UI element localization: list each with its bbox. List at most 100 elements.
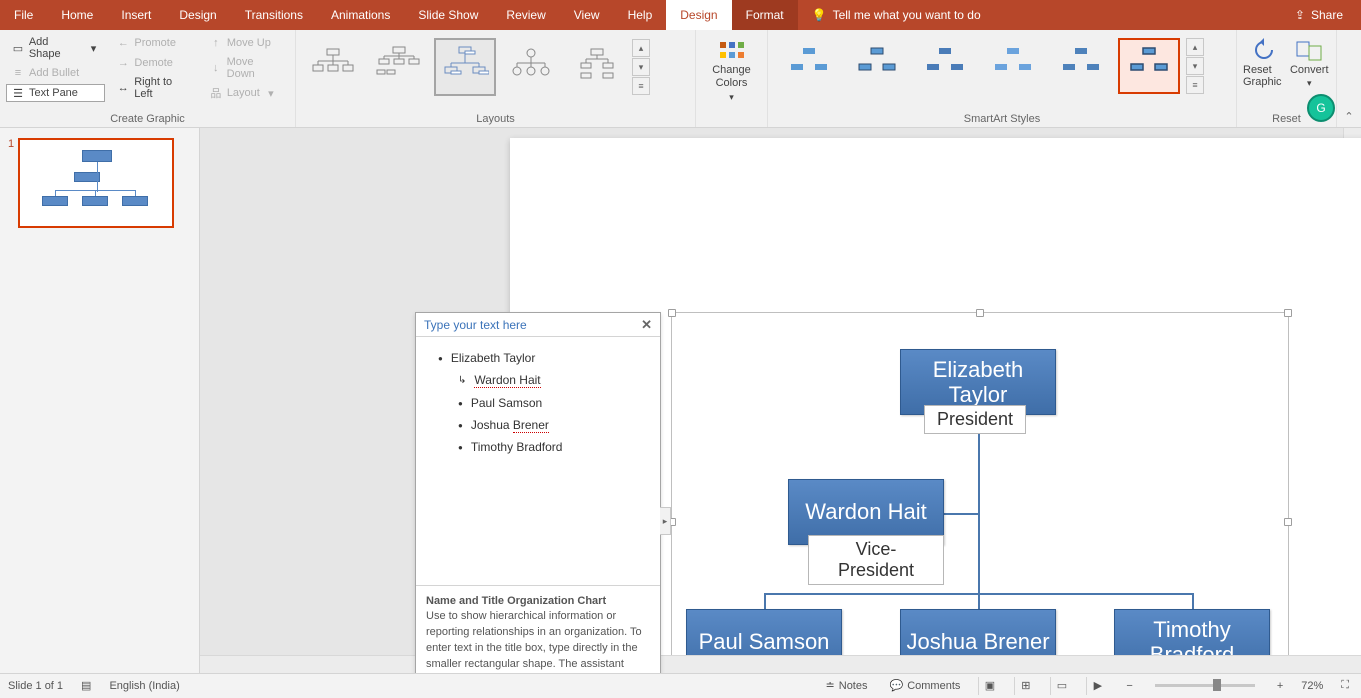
right-to-left-button[interactable]: ↔Right to Left [111,74,197,102]
org-node-title: President [937,409,1013,429]
fit-to-window-button[interactable]: ⛶ [1337,674,1353,698]
zoom-level[interactable]: 72% [1301,680,1323,692]
assistant-bullet-icon: ↳ [458,375,466,386]
tab-help[interactable]: Help [614,0,667,30]
layout-option-2[interactable] [368,38,430,96]
change-colors-button[interactable]: Change Colors ▾ [709,38,755,103]
text-pane-item[interactable]: ●Elizabeth Taylor [424,347,652,369]
text-pane-label: Text Pane [29,87,78,99]
text-pane-item[interactable]: ●Timothy Bradford [424,436,652,458]
comment-icon: 💬 [890,679,904,692]
move-up-button[interactable]: ↑Move Up [204,34,289,52]
add-bullet-label: Add Bullet [29,67,79,79]
slide-thumbnail-1[interactable] [18,138,174,228]
share-icon: ⇪ [1295,8,1305,22]
tab-transitions[interactable]: Transitions [231,0,317,30]
bullet-icon: ● [458,399,463,408]
styles-scroll-up[interactable]: ▴ [1186,38,1204,56]
text-pane-footer-title: Name and Title Organization Chart [426,594,650,610]
text-pane-icon: ☰ [11,86,25,100]
scrollbar-horizontal[interactable] [200,655,1361,673]
text-pane-close-button[interactable]: ✕ [641,317,652,333]
style-option-2[interactable] [846,38,908,94]
comments-button[interactable]: 💬Comments [886,674,965,698]
text-pane-item-label: Elizabeth Taylor [451,351,536,365]
layouts-more[interactable]: ≡ [632,77,650,95]
group-colors: Change Colors ▾ [696,30,768,127]
status-language[interactable]: English (India) [109,680,179,692]
text-pane-footer: Name and Title Organization Chart Use to… [416,585,660,674]
collapse-ribbon-button[interactable]: ⌃ [1337,30,1361,127]
view-normal-button[interactable]: ▣ [978,677,1000,695]
style-option-3[interactable] [914,38,976,94]
zoom-slider-thumb[interactable] [1213,679,1221,691]
layout-option-4[interactable] [500,38,562,96]
tab-home[interactable]: Home [47,0,107,30]
layouts-scroll-down[interactable]: ▾ [632,58,650,76]
tell-me[interactable]: 💡 Tell me what you want to do [798,8,995,22]
style-option-6-selected[interactable] [1118,38,1180,94]
text-pane-button[interactable]: ☰ Text Pane [6,84,105,102]
group-label-layouts: Layouts [302,111,689,125]
move-down-button[interactable]: ↓Move Down [204,54,289,82]
text-pane-item[interactable]: ●Paul Samson [424,392,652,414]
ribbon: ▭Add Shape▾ ≡Add Bullet ☰Text Pane ←Prom… [0,30,1361,128]
slide-canvas-area: Type your text here ✕ ●Elizabeth Taylor … [200,128,1361,673]
text-pane-collapse-handle[interactable]: ▸ [660,507,671,535]
org-node-name: Elizabeth Taylor [901,357,1055,408]
add-shape-button[interactable]: ▭Add Shape▾ [6,34,105,62]
smartart-selection[interactable]: Elizabeth Taylor President Wardon Hait V… [671,312,1289,673]
tab-insert[interactable]: Insert [107,0,165,30]
slide-number: 1 [8,138,14,150]
styles-more[interactable]: ≡ [1186,76,1204,94]
notes-button[interactable]: ≐Notes [822,674,872,698]
promote-button[interactable]: ←Promote [111,34,197,52]
chevron-down-icon: ▾ [1307,78,1312,89]
convert-button[interactable]: Convert ▾ [1289,38,1331,89]
tab-design-ribbon[interactable]: Design [165,0,230,30]
style-option-4[interactable] [982,38,1044,94]
add-bullet-button[interactable]: ≡Add Bullet [6,64,105,82]
style-option-5[interactable] [1050,38,1112,94]
layout-option-1[interactable] [302,38,364,96]
text-pane-body[interactable]: ●Elizabeth Taylor ↳Wardon Hait ●Paul Sam… [416,337,660,585]
reset-graphic-button[interactable]: Reset Graphic [1243,38,1285,89]
layout-option-5[interactable] [566,38,628,96]
view-slideshow-button[interactable]: ▶ [1086,677,1108,695]
group-smartart-styles: ▴ ▾ ≡ SmartArt Styles [768,30,1237,127]
text-pane-item-label: Wardon Hait [474,373,540,388]
tab-smartart-design[interactable]: Design [666,0,731,30]
tab-view[interactable]: View [560,0,614,30]
zoom-in-button[interactable]: + [1273,674,1287,698]
tab-file[interactable]: File [0,0,47,30]
zoom-slider[interactable] [1155,684,1255,687]
text-pane-item[interactable]: ●Joshua Brener [424,414,652,436]
org-node-vice-president[interactable]: Wardon Hait Vice-President [788,479,944,545]
zoom-out-button[interactable]: − [1122,674,1136,698]
tab-slideshow[interactable]: Slide Show [404,0,492,30]
demote-button[interactable]: →Demote [111,54,197,72]
org-node-president[interactable]: Elizabeth Taylor President [900,349,1056,415]
style-option-1[interactable] [778,38,840,94]
group-label-styles: SmartArt Styles [774,111,1230,125]
layout-option-3-selected[interactable] [434,38,496,96]
status-spellcheck[interactable]: ▤ [77,674,95,698]
org-node-name: Paul Samson [699,629,830,654]
tell-me-label: Tell me what you want to do [833,8,981,22]
share-button[interactable]: ⇪ Share [1277,8,1361,22]
convert-icon [1295,38,1323,62]
view-reading-button[interactable]: ▭ [1050,677,1072,695]
tab-format[interactable]: Format [732,0,798,30]
group-create-graphic: ▭Add Shape▾ ≡Add Bullet ☰ Text Pane ←Prom… [0,30,296,127]
layout-button[interactable]: 品Layout▾ [204,84,289,102]
text-pane-item[interactable]: ↳ Wardon Hait [424,369,652,392]
layouts-scroll-up[interactable]: ▴ [632,39,650,57]
tab-review[interactable]: Review [492,0,559,30]
org-node-title: Vice-President [838,539,914,580]
grammarly-icon[interactable]: G [1307,94,1335,122]
styles-scroll-down[interactable]: ▾ [1186,57,1204,75]
convert-label: Convert [1290,64,1329,76]
reset-icon [1250,38,1278,62]
tab-animations[interactable]: Animations [317,0,404,30]
view-sorter-button[interactable]: ⊞ [1014,677,1036,695]
